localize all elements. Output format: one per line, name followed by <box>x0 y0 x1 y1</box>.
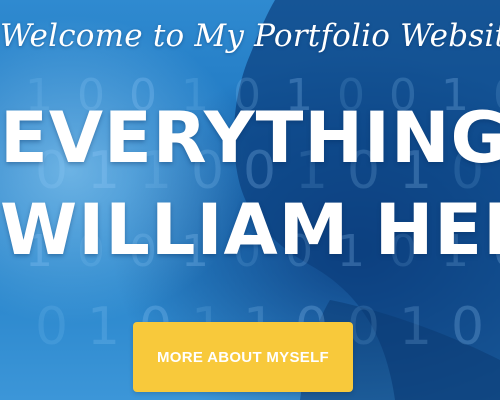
headline-line-1: EVERYTHING ABOUT <box>0 97 500 179</box>
welcome-heading: Welcome to My Portfolio Website! <box>0 18 500 54</box>
hero-section: 1001010010011001010110010010100101100101… <box>0 0 500 400</box>
headline-line-2: WILLIAM HERE <box>0 189 500 271</box>
more-about-myself-button[interactable]: MORE ABOUT MYSELF <box>133 322 353 392</box>
hero-content: Welcome to My Portfolio Website! EVERYTH… <box>0 0 500 400</box>
